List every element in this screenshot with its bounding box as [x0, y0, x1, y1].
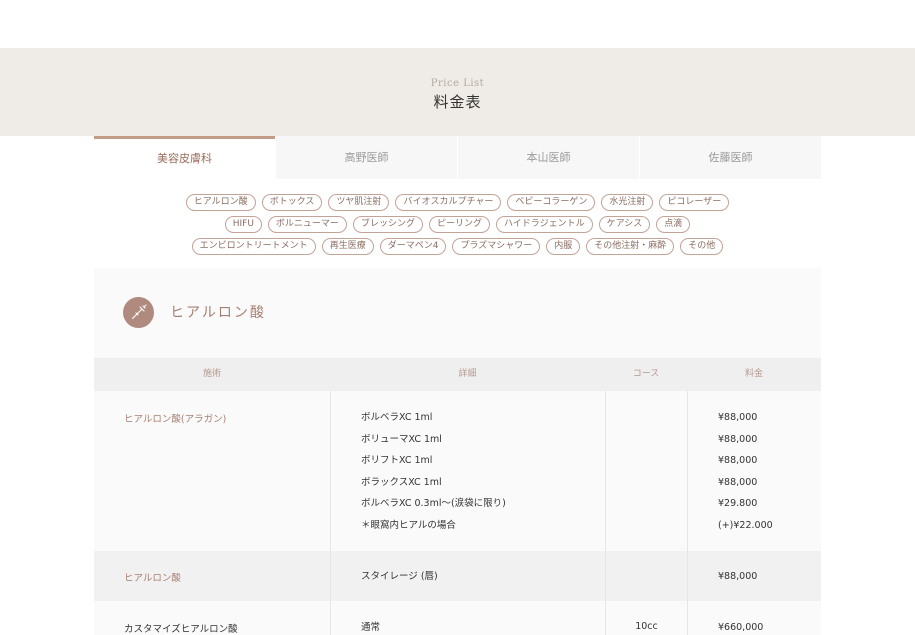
price-cell: ¥88,000: [687, 551, 821, 601]
course-cell: 10cc: [605, 601, 687, 635]
tab-sato[interactable]: 佐藤医師: [639, 136, 821, 179]
treatment-name: カスタマイズヒアルロン酸: [124, 624, 238, 635]
tab-takano[interactable]: 高野医師: [275, 136, 457, 179]
page-header: Price List 料金表: [0, 48, 915, 136]
tag-link[interactable]: ボトックス: [261, 194, 323, 211]
tag-link[interactable]: バイオスカルプチャー: [395, 194, 502, 211]
section-title: ヒアルロン酸: [170, 305, 266, 321]
tag-link[interactable]: ピコレーザー: [659, 194, 730, 211]
detail-line: ボルベラXC 0.3ml〜(涙袋に限り): [361, 498, 506, 509]
tag-row: HIFU ボルニューマー ブレッシング ピーリング ハイドラジェントル ケアシス…: [94, 216, 821, 233]
treatment-details: ボルベラXC 1ml ボリューマXC 1ml ボリフトXC 1ml ボラックスX…: [330, 391, 605, 551]
tag-link[interactable]: プラズマシャワー: [452, 238, 541, 255]
price-line: (+)¥22.000: [718, 519, 773, 531]
course-cell: [605, 551, 687, 601]
category-tags: ヒアルロン酸 ボトックス ツヤ肌注射 バイオスカルプチャー ベビーコラーゲン 水…: [94, 194, 821, 260]
tag-link[interactable]: ハイドラジェントル: [495, 216, 593, 233]
detail-line: 通常: [361, 622, 381, 633]
price-table: 施術 詳細 コース 料金 ヒアルロン酸(アラガン) ボルベラXC 1ml ボリュ…: [94, 358, 821, 635]
section-header: ヒアルロン酸: [123, 296, 266, 328]
tag-link[interactable]: HIFU: [224, 216, 262, 233]
column-header: 施術: [202, 369, 221, 379]
tag-row: ヒアルロン酸 ボトックス ツヤ肌注射 バイオスカルプチャー ベビーコラーゲン 水…: [94, 194, 821, 211]
tag-link[interactable]: 再生医療: [321, 238, 374, 255]
detail-line: ボラックスXC 1ml: [361, 476, 442, 488]
table-row: ヒアルロン酸(アラガン) ボルベラXC 1ml ボリューマXC 1ml ボリフト…: [94, 391, 821, 551]
price-section-hyaluronic: ヒアルロン酸 施術 詳細 コース 料金 ヒアルロン酸(アラガン) ボルベラXC …: [94, 268, 821, 635]
price-line: ¥88,000: [718, 412, 758, 423]
column-header: 詳細: [458, 369, 477, 379]
tag-link[interactable]: ベビーコラーゲン: [507, 194, 596, 211]
column-header: コース: [632, 369, 660, 379]
tag-link[interactable]: エンビロントリートメント: [191, 238, 316, 255]
tag-link[interactable]: 水光注射: [601, 194, 654, 211]
detail-line: ＊眼窩内ヒアルの場合: [361, 519, 456, 531]
price-cell: ¥88,000 ¥88,000 ¥88,000 ¥88,000 ¥29.800 …: [687, 391, 821, 551]
syringe-icon: [123, 296, 154, 328]
tag-link[interactable]: ピーリング: [428, 216, 490, 233]
tag-link[interactable]: ケアシス: [598, 216, 651, 233]
tag-link[interactable]: その他: [680, 238, 724, 255]
tag-link[interactable]: ツヤ肌注射: [328, 194, 390, 211]
tag-link[interactable]: 内服: [546, 238, 581, 255]
detail-line: スタイレージ (唇): [361, 571, 438, 582]
column-header: 料金: [744, 369, 763, 379]
detail-line: ボリフトXC 1ml: [361, 455, 433, 466]
table-row: カスタマイズヒアルロン酸 通常 10cc ¥660,000: [94, 601, 821, 635]
table-header: 施術 詳細 コース 料金: [94, 358, 821, 391]
treatment-name: ヒアルロン酸: [124, 573, 181, 584]
price-line: ¥88,000: [718, 455, 758, 466]
price-line: ¥88,000: [718, 433, 758, 445]
tag-link[interactable]: ヒアルロン酸: [185, 194, 256, 211]
tag-link[interactable]: ボルニューマー: [267, 216, 347, 233]
treatment-name: ヒアルロン酸(アラガン): [124, 414, 227, 425]
tag-link[interactable]: 点滴: [656, 216, 691, 233]
price-line: ¥88,000: [718, 571, 758, 582]
detail-line: ボリューマXC 1ml: [361, 433, 442, 445]
page-title: 料金表: [433, 93, 482, 111]
price-line: ¥88,000: [718, 476, 758, 488]
price-cell: ¥660,000: [687, 601, 821, 635]
course-cell: [605, 391, 687, 551]
price-line: ¥660,000: [718, 622, 764, 633]
tag-link[interactable]: ブレッシング: [352, 216, 423, 233]
treatment-details: 通常: [330, 601, 605, 635]
price-line: ¥29.800: [718, 498, 758, 509]
tag-link[interactable]: ダーマペン4: [379, 238, 447, 255]
table-row: ヒアルロン酸 スタイレージ (唇) ¥88,000: [94, 551, 821, 601]
detail-line: ボルベラXC 1ml: [361, 412, 433, 423]
tag-row: エンビロントリートメント 再生医療 ダーマペン4 プラズマシャワー 内服 その他…: [94, 238, 821, 255]
tag-link[interactable]: その他注射・麻酔: [586, 238, 675, 255]
page-subtitle: Price List: [430, 78, 485, 89]
tab-motoyama[interactable]: 本山医師: [457, 136, 639, 179]
treatment-details: スタイレージ (唇): [330, 551, 605, 601]
doctor-tabs: 美容皮膚科 高野医師 本山医師 佐藤医師: [94, 136, 821, 179]
tab-biyou-hifuka[interactable]: 美容皮膚科: [94, 136, 275, 179]
